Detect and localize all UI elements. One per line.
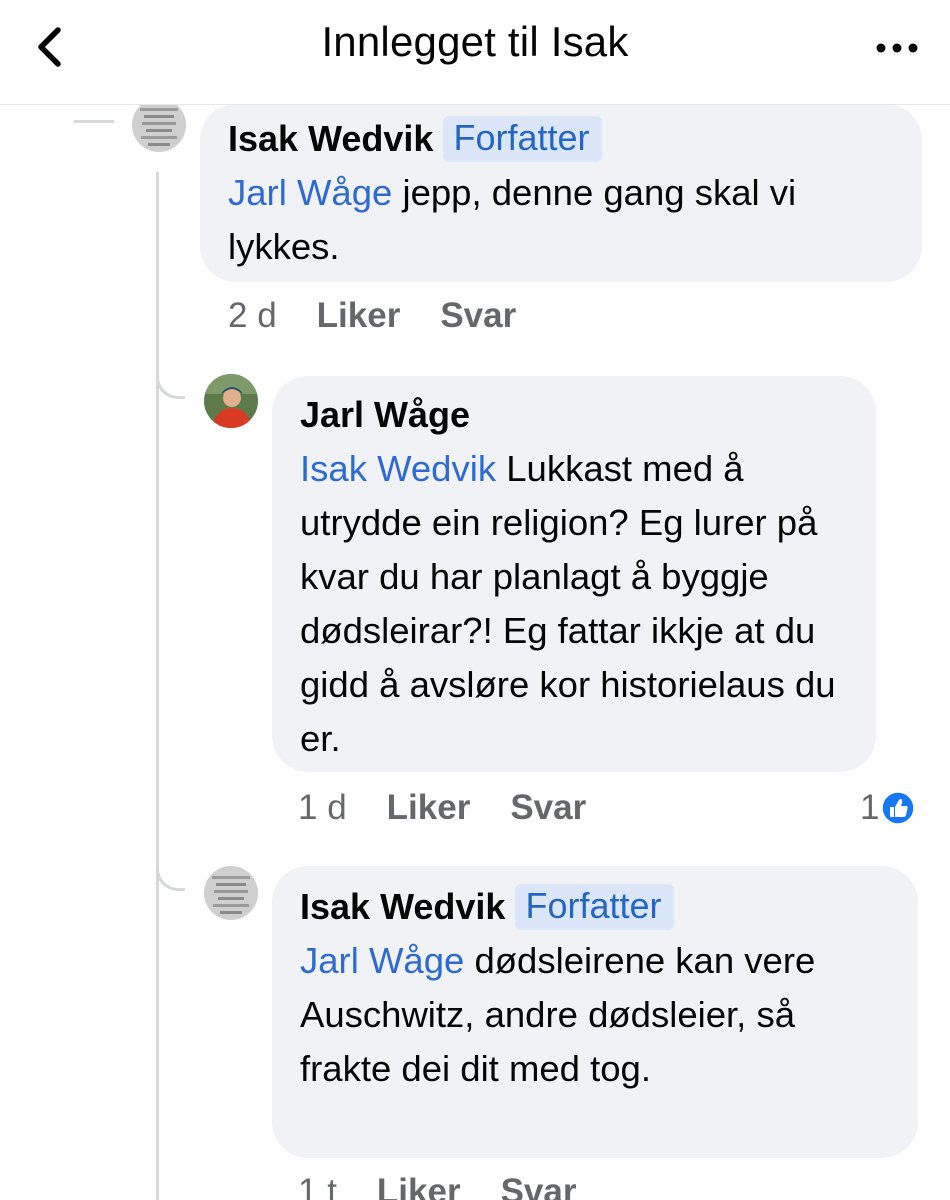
comment-header: Isak Wedvik Forfatter [300, 880, 892, 934]
comment-bubble[interactable]: Isak Wedvik Forfatter Jarl Wåge jepp, de… [200, 104, 922, 282]
reaction-summary[interactable]: 1 [860, 788, 916, 828]
reaction-count: 1 [860, 788, 880, 827]
comment-actions: 2 d Liker Svar [228, 296, 516, 336]
top-bar: Innlegget til Isak [0, 0, 950, 105]
comment-bubble[interactable]: Jarl Wåge Isak Wedvik Lukkast med å utry… [272, 376, 876, 772]
more-horizontal-icon [876, 43, 918, 53]
thread-connector [156, 372, 185, 399]
avatar[interactable] [204, 866, 258, 920]
timestamp[interactable]: 1 d [298, 788, 347, 828]
like-button[interactable]: Liker [377, 1172, 461, 1200]
thread-connector [156, 864, 185, 891]
comment-actions: 1 d Liker Svar [298, 788, 586, 828]
comment-bubble[interactable]: Isak Wedvik Forfatter Jarl Wåge dødsleir… [272, 866, 918, 1158]
timestamp[interactable]: 1 t [298, 1172, 337, 1200]
mention-link[interactable]: Isak Wedvik [300, 448, 496, 489]
comment-text: Jarl Wåge jepp, denne gang skal vi lykke… [228, 166, 896, 274]
more-options-button[interactable] [872, 28, 922, 68]
comment-text: Isak Wedvik Lukkast med å utrydde ein re… [300, 442, 850, 766]
author-name[interactable]: Isak Wedvik [228, 118, 433, 160]
comment-header: Isak Wedvik Forfatter [228, 112, 896, 166]
reply-button[interactable]: Svar [510, 788, 586, 828]
author-name[interactable]: Jarl Wåge [300, 394, 470, 436]
avatar[interactable] [132, 98, 186, 152]
comment-body: Lukkast med å utrydde ein religion? Eg l… [300, 448, 836, 759]
comment-actions: 1 t Liker Svar [298, 1172, 576, 1200]
reply-button[interactable]: Svar [440, 296, 516, 336]
thumbs-up-icon [881, 791, 916, 825]
like-button[interactable]: Liker [317, 296, 401, 336]
avatar[interactable] [204, 374, 258, 428]
author-name[interactable]: Isak Wedvik [300, 886, 505, 928]
like-button[interactable]: Liker [387, 788, 471, 828]
mention-link[interactable]: Jarl Wåge [228, 172, 392, 213]
comment-text: Jarl Wåge dødsleirene kan vere Auschwitz… [300, 934, 892, 1096]
comment-header: Jarl Wåge [300, 388, 850, 442]
timestamp[interactable]: 2 d [228, 296, 277, 336]
mention-link[interactable]: Jarl Wåge [300, 940, 464, 981]
author-badge: Forfatter [443, 116, 602, 162]
page-title: Innlegget til Isak [321, 18, 629, 65]
author-badge: Forfatter [515, 884, 674, 930]
reply-button[interactable]: Svar [501, 1172, 577, 1200]
thread-line [156, 172, 159, 1200]
comment-thread-screen: Innlegget til Isak Isak Wedvik Forfatter [0, 0, 950, 1200]
